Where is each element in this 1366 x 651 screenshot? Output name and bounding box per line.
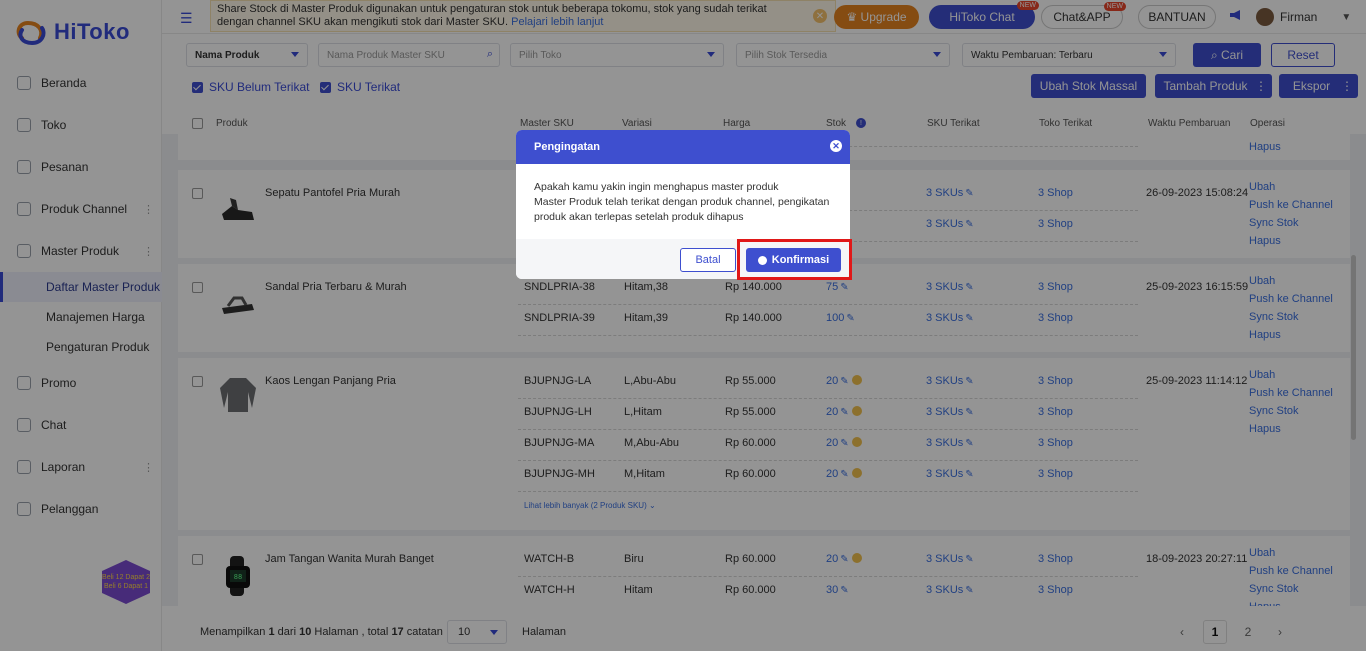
cancel-button[interactable]: Batal xyxy=(680,248,736,272)
dialog-body: Apakah kamu yakin ingin menghapus master… xyxy=(516,164,850,239)
close-icon[interactable]: ✕ xyxy=(830,140,842,152)
dialog-title: Pengingatan xyxy=(534,141,601,153)
dialog-message: Apakah kamu yakin ingin menghapus master… xyxy=(534,181,779,193)
dialog-header: Pengingatan ✕ xyxy=(516,130,850,164)
dialog-message: Master Produk telah terikat dengan produ… xyxy=(534,196,830,223)
modal-overlay[interactable] xyxy=(0,0,1366,651)
highlight-box xyxy=(737,239,852,280)
